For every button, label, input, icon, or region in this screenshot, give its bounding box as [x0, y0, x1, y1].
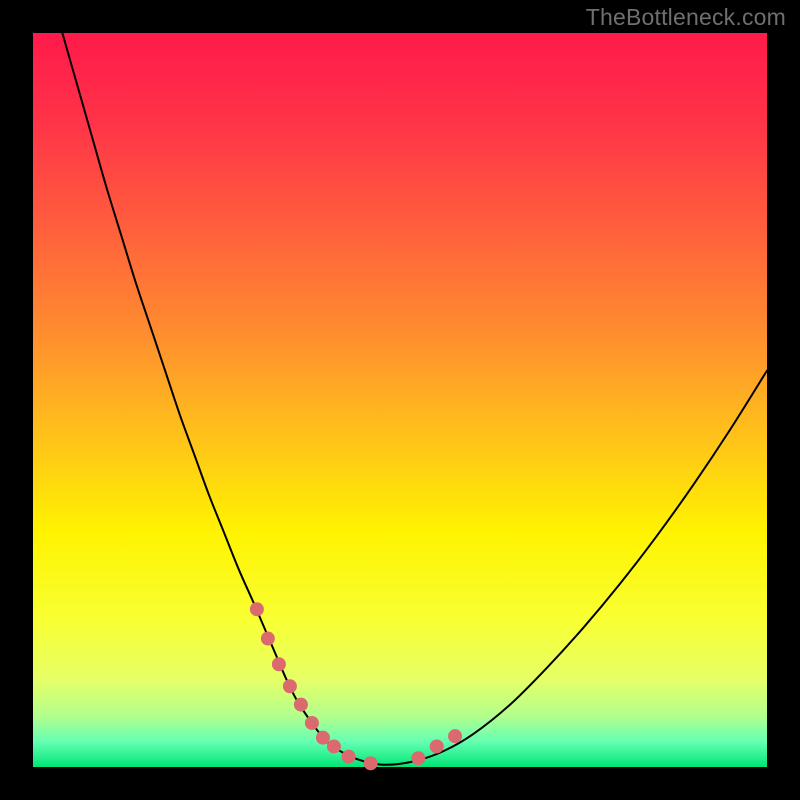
highlight-dot: [342, 750, 356, 764]
highlight-dot: [448, 729, 462, 743]
chart-svg: [33, 33, 767, 767]
watermark-text: TheBottleneck.com: [586, 4, 786, 31]
highlight-dot: [364, 756, 378, 770]
highlight-dot: [250, 602, 264, 616]
highlight-dot: [316, 731, 330, 745]
highlight-dot: [411, 751, 425, 765]
outer-frame: TheBottleneck.com: [0, 0, 800, 800]
highlight-dot: [305, 716, 319, 730]
highlight-dot: [261, 632, 275, 646]
bottleneck-curve: [62, 33, 767, 765]
highlight-dot: [272, 657, 286, 671]
highlight-dot: [294, 698, 308, 712]
highlight-dot: [430, 739, 444, 753]
highlight-dot: [327, 739, 341, 753]
highlight-dot: [283, 679, 297, 693]
